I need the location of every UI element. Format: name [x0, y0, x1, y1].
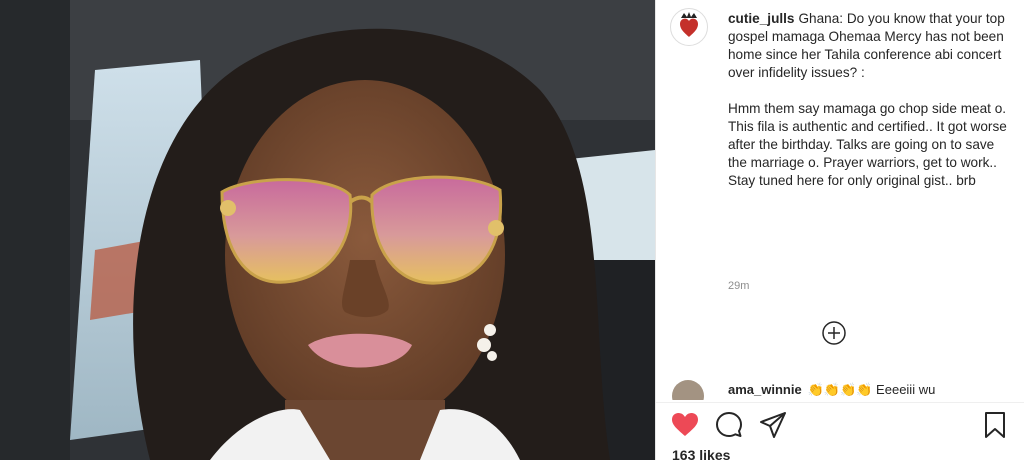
like-button[interactable] — [670, 410, 700, 440]
comment-text: 👏👏👏👏 Eeeeiii wu — [807, 382, 936, 397]
comment-icon — [716, 412, 742, 437]
caption-text-2: Hmm them say mamaga go chop side meat o.… — [728, 101, 1007, 188]
divider — [656, 402, 1024, 403]
instagram-post-view: cutie_julls Ghana: Do you know that your … — [0, 0, 1024, 460]
comment-avatar[interactable] — [672, 380, 704, 400]
post-username[interactable]: cutie_julls — [728, 11, 794, 26]
add-circle-icon — [822, 321, 846, 345]
post-actions-bar — [670, 410, 1010, 442]
comment-button[interactable] — [714, 410, 744, 440]
heart-icon — [672, 413, 698, 436]
comment-item: ama_winnie 👏👏👏👏 Eeeeiii wu — [670, 380, 1010, 400]
comment-username[interactable]: ama_winnie — [728, 382, 802, 397]
bookmark-icon — [985, 412, 1005, 438]
comment-text-line: ama_winnie 👏👏👏👏 Eeeeiii wu — [728, 382, 935, 398]
post-details-panel: cutie_julls Ghana: Do you know that your … — [655, 0, 1024, 460]
post-caption: cutie_julls Ghana: Do you know that your … — [728, 10, 1008, 190]
save-button[interactable] — [980, 410, 1010, 440]
avatar[interactable] — [670, 8, 708, 46]
post-timestamp[interactable]: 29m — [728, 280, 749, 292]
load-more-comments-button[interactable] — [821, 320, 847, 346]
post-photo[interactable] — [0, 0, 655, 460]
likes-count[interactable]: 163 likes — [672, 447, 730, 460]
share-icon — [760, 412, 786, 438]
share-button[interactable] — [758, 410, 788, 440]
